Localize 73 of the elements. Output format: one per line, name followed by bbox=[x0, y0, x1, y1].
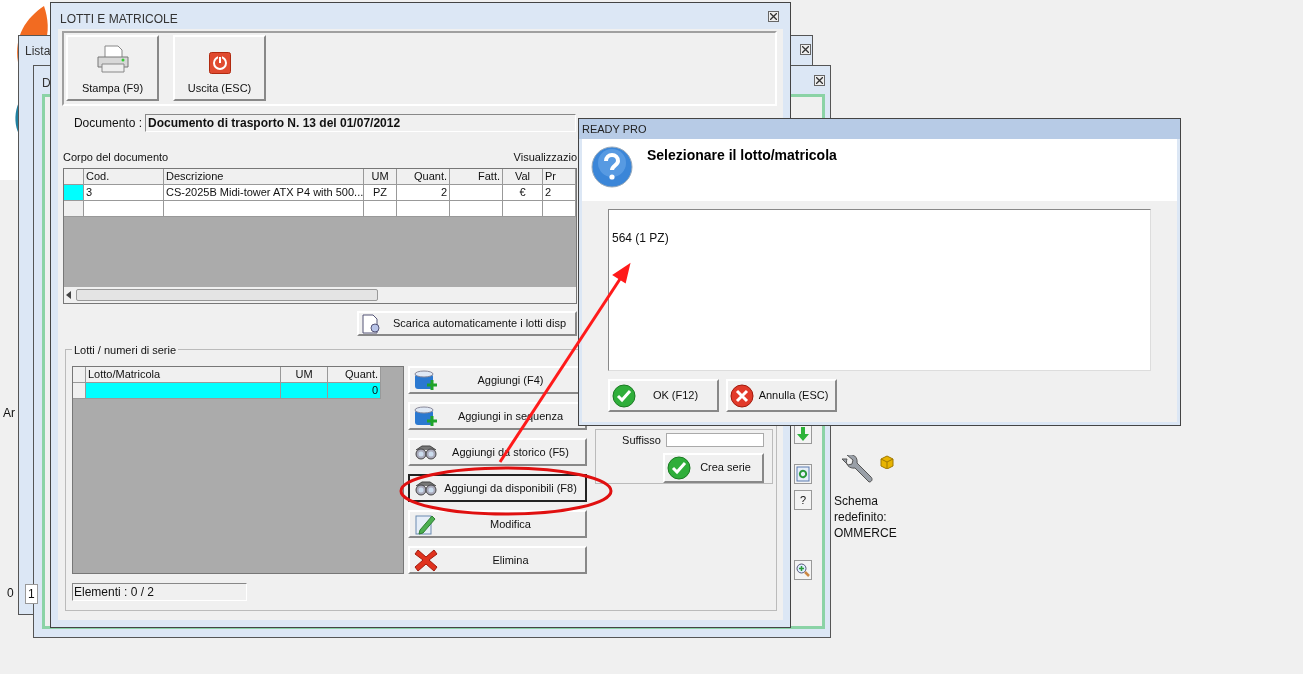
column-header[interactable]: Cod. bbox=[84, 169, 164, 185]
close-icon[interactable] bbox=[814, 75, 825, 86]
print-button[interactable]: Stampa (F9) bbox=[66, 35, 159, 101]
section-label: Corpo del documento bbox=[63, 149, 169, 165]
document-field[interactable]: Documento di trasporto N. 13 del 01/07/2012 bbox=[145, 114, 576, 132]
close-icon[interactable] bbox=[800, 44, 811, 55]
arrow-left-icon[interactable] bbox=[66, 291, 72, 299]
table-cell: 0 bbox=[328, 383, 381, 399]
column-header[interactable]: UM bbox=[364, 169, 397, 185]
table-cell bbox=[281, 383, 328, 399]
column-header[interactable]: Val bbox=[503, 169, 543, 185]
binoculars-icon bbox=[414, 480, 440, 496]
suffix-field[interactable] bbox=[666, 433, 764, 448]
document-gear-icon bbox=[361, 313, 383, 334]
table-cell bbox=[450, 201, 503, 217]
close-icon[interactable] bbox=[768, 11, 779, 22]
field-label: Suffisso bbox=[622, 433, 661, 448]
list-item[interactable]: 564 (1 PZ) bbox=[612, 229, 669, 247]
power-icon bbox=[208, 51, 231, 74]
column-header[interactable]: Lotto/Matricola bbox=[86, 367, 281, 383]
field-label: Documento : bbox=[72, 115, 143, 132]
binoculars-icon bbox=[414, 444, 440, 460]
column-header[interactable]: Quant. bbox=[328, 367, 381, 383]
dialog-message: Selezionare il lotto/matricola bbox=[647, 146, 837, 165]
zoom-icon[interactable] bbox=[794, 560, 812, 580]
download-lots-button[interactable]: Scarica automaticamente i lotti disp bbox=[357, 311, 577, 336]
table-cell bbox=[503, 201, 543, 217]
text-fragment: 1 bbox=[25, 584, 38, 604]
table-cell bbox=[450, 185, 503, 201]
section-label: Visualizzazio bbox=[513, 149, 577, 165]
desktop-icon-label[interactable]: Schema redefinito: OMMERCE bbox=[834, 493, 896, 541]
cube-icon bbox=[880, 455, 894, 469]
arrow-down-icon[interactable] bbox=[794, 424, 812, 444]
action-button[interactable]: Elimina bbox=[408, 546, 587, 574]
list-box[interactable]: 564 (1 PZ) bbox=[608, 209, 1151, 371]
dialog-title: READY PRO bbox=[582, 121, 647, 137]
table-cell: CS-2025B Midi-tower ATX P4 with 500... bbox=[164, 185, 364, 201]
help-button[interactable]: ? bbox=[794, 490, 812, 510]
x-icon bbox=[414, 548, 440, 572]
horizontal-scrollbar[interactable] bbox=[64, 287, 576, 303]
cross-circle-icon bbox=[730, 383, 754, 408]
column-header[interactable]: Fatt. bbox=[450, 169, 503, 185]
window-title: Lista bbox=[25, 43, 51, 60]
window-title: LOTTI E MATRICOLE bbox=[60, 11, 178, 28]
table-cell: 2 bbox=[543, 185, 576, 201]
action-button[interactable]: Aggiungi da disponibili (F8) bbox=[408, 474, 587, 502]
refresh-icon[interactable] bbox=[794, 464, 812, 484]
container-plus-icon bbox=[414, 405, 440, 427]
create-series-button[interactable]: Crea serie bbox=[663, 452, 764, 483]
question-icon bbox=[591, 146, 633, 188]
column-header[interactable]: Pr bbox=[543, 169, 576, 185]
table-cell: 3 bbox=[84, 185, 164, 201]
printer-icon bbox=[95, 43, 130, 74]
column-header[interactable]: UM bbox=[281, 367, 328, 383]
column-header[interactable]: Quant. bbox=[397, 169, 450, 185]
action-button[interactable]: Modifica bbox=[408, 510, 587, 538]
table-cell: 2 bbox=[397, 185, 450, 201]
window-title: D bbox=[42, 75, 51, 92]
status-label: Elementi : 0 / 2 bbox=[72, 583, 247, 601]
cancel-button[interactable]: Annulla (ESC) bbox=[726, 379, 837, 412]
exit-button[interactable]: Uscita (ESC) bbox=[173, 35, 266, 101]
table-cell bbox=[543, 201, 576, 217]
table-cell bbox=[397, 201, 450, 217]
table-cell bbox=[364, 201, 397, 217]
ok-button[interactable]: OK (F12) bbox=[608, 379, 719, 412]
column-header[interactable]: Descrizione bbox=[164, 169, 364, 185]
text-fragment: Ar bbox=[3, 405, 15, 422]
table-cell: € bbox=[503, 185, 543, 201]
container-plus-icon bbox=[414, 369, 440, 391]
check-icon bbox=[612, 383, 636, 408]
text-fragment: 0 bbox=[7, 585, 14, 602]
table-cell: PZ bbox=[364, 185, 397, 201]
check-icon bbox=[667, 455, 691, 480]
